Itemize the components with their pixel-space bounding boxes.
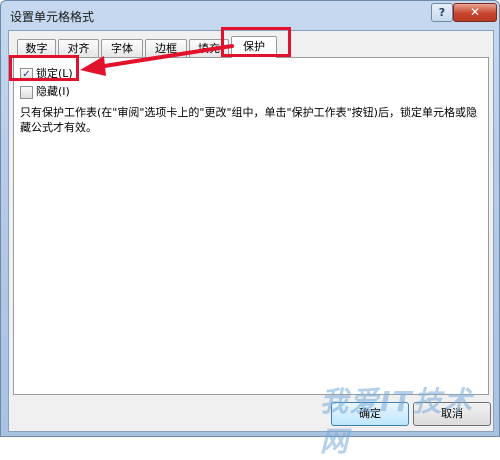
close-button[interactable]: ✕	[453, 3, 497, 22]
dialog-client-area: 数字 对齐 字体 边框 填充 保护 ✓ 锁定(L) 隐藏(I) 只有保护工作表(…	[8, 30, 494, 432]
hidden-checkbox[interactable]	[20, 86, 33, 99]
help-button[interactable]: ?	[431, 3, 453, 22]
watermark-text: 我爱IT技术网	[320, 385, 474, 458]
tab-border[interactable]: 边框	[145, 39, 187, 57]
protection-description: 只有保护工作表(在"审阅"选项卡上的"更改"组中，单击"保护工作表"按钮)后，锁…	[20, 106, 477, 134]
locked-option-highlight	[9, 55, 79, 81]
dialog-title: 设置单元格格式	[10, 10, 95, 24]
hidden-label: 隐藏(I)	[36, 85, 70, 98]
protection-tab-highlight	[221, 27, 291, 57]
tab-font[interactable]: 字体	[101, 39, 143, 57]
protection-panel: ✓ 锁定(L) 隐藏(I) 只有保护工作表(在"审阅"选项卡上的"更改"组中，单…	[13, 57, 489, 395]
